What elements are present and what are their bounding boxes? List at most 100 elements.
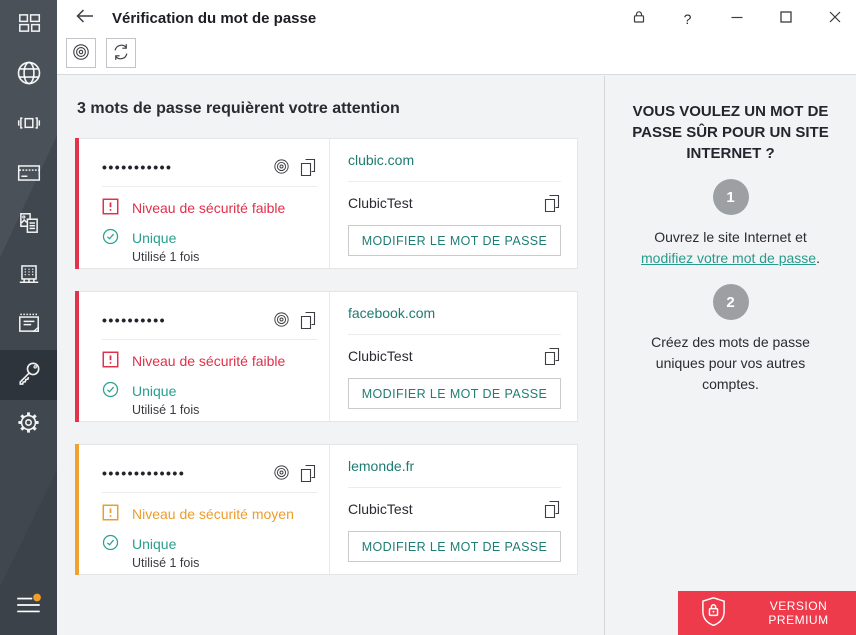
unique-status-row: Unique xyxy=(102,381,317,401)
password-mask: ••••••••••• xyxy=(102,158,173,175)
modify-password-button[interactable]: MODIFIER LE MOT DE PASSE xyxy=(348,531,561,562)
premium-version-label: VERSION PREMIUM xyxy=(768,599,829,627)
applications-icon xyxy=(16,110,42,141)
page-title: Vérification du mot de passe xyxy=(112,10,317,27)
sidebar-item-passwords[interactable] xyxy=(0,350,57,400)
password-mask: •••••••••• xyxy=(102,311,167,328)
sidebar-item-dashboard[interactable] xyxy=(0,0,57,50)
sidebar-item-notes[interactable] xyxy=(0,300,57,350)
sidebar-menu-button[interactable] xyxy=(0,587,57,627)
password-card-left: ••••••••••• Niveau de sécurité faible Un… xyxy=(80,139,329,268)
password-card-right: facebook.com ClubicTest MODIFIER LE MOT … xyxy=(330,292,577,421)
security-level-label: Niveau de sécurité faible xyxy=(132,353,286,369)
site-link[interactable]: clubic.com xyxy=(348,152,414,168)
password-card-left: •••••••••• Niveau de sécurité faible Uni… xyxy=(80,292,329,421)
lock-button[interactable] xyxy=(630,10,647,27)
sidebar xyxy=(0,0,57,635)
step-1-badge: 1 xyxy=(712,179,749,215)
warning-icon xyxy=(102,504,119,524)
sidebar-item-bank-cards[interactable] xyxy=(0,150,57,200)
unique-status-row: Unique xyxy=(102,534,317,554)
login-name: ClubicTest xyxy=(348,500,413,517)
menu-icon xyxy=(14,591,44,624)
security-status-row: Niveau de sécurité faible xyxy=(102,351,317,371)
sidebar-item-documents[interactable] xyxy=(0,200,57,250)
password-card-right: clubic.com ClubicTest MODIFIER LE MOT DE… xyxy=(330,139,577,268)
premium-version-button[interactable]: VERSION PREMIUM xyxy=(678,591,856,635)
unique-label: Unique xyxy=(132,230,177,246)
step-1-text: Ouvrez le site Internet et modifiez votr… xyxy=(629,227,832,269)
unique-label: Unique xyxy=(132,383,177,399)
help-panel: VOUS VOULEZ UN MOT DE PASSE SÛR POUR UN … xyxy=(604,76,856,635)
copy-login-button[interactable] xyxy=(543,193,561,212)
copy-login-button[interactable] xyxy=(543,499,561,518)
sidebar-item-websites[interactable] xyxy=(0,50,57,100)
divider xyxy=(348,181,561,182)
reveal-password-button[interactable] xyxy=(272,463,291,482)
security-status-row: Niveau de sécurité moyen xyxy=(102,504,317,524)
usage-label: Utilisé 1 fois xyxy=(132,556,200,570)
settings-gear-icon xyxy=(15,409,42,441)
copy-password-button[interactable] xyxy=(299,310,317,329)
refresh-icon xyxy=(111,42,131,65)
attention-heading: 3 mots de passe requièrent votre attenti… xyxy=(77,100,400,117)
notes-icon xyxy=(16,310,42,341)
check-circle-icon xyxy=(102,534,119,554)
copy-login-button[interactable] xyxy=(543,346,561,365)
sidebar-item-applications[interactable] xyxy=(0,100,57,150)
sidebar-item-settings[interactable] xyxy=(0,400,57,450)
sidebar-item-addresses[interactable] xyxy=(0,250,57,300)
divider xyxy=(348,487,561,488)
window-controls: ? xyxy=(630,10,856,27)
site-link[interactable]: lemonde.fr xyxy=(348,458,414,474)
step-1-line: Ouvrez le site Internet et xyxy=(654,229,807,245)
modify-password-button[interactable]: MODIFIER LE MOT DE PASSE xyxy=(348,225,561,256)
eye-icon xyxy=(71,42,91,65)
unique-status-row: Unique xyxy=(102,228,317,248)
bank-card-icon xyxy=(16,160,42,191)
divider xyxy=(348,334,561,335)
back-button[interactable] xyxy=(72,6,98,32)
shield-lock-icon xyxy=(678,596,727,630)
globe-icon xyxy=(15,59,43,92)
usage-label: Utilisé 1 fois xyxy=(132,250,200,264)
help-button[interactable]: ? xyxy=(679,10,696,27)
warning-icon xyxy=(102,198,119,218)
security-level-label: Niveau de sécurité faible xyxy=(132,200,286,216)
back-arrow-icon xyxy=(74,7,96,30)
lock-icon xyxy=(631,9,647,28)
security-status-row: Niveau de sécurité faible xyxy=(102,198,317,218)
documents-icon xyxy=(16,210,42,241)
copy-password-button[interactable] xyxy=(299,157,317,176)
help-panel-heading: VOUS VOULEZ UN MOT DE PASSE SÛR POUR UN … xyxy=(632,103,829,162)
password-card-left: ••••••••••••• Niveau de sécurité moyen U… xyxy=(80,445,329,574)
reveal-password-button[interactable] xyxy=(272,310,291,329)
reveal-password-button[interactable] xyxy=(272,157,291,176)
titlebar: Vérification du mot de passe ? xyxy=(57,0,856,37)
close-icon xyxy=(828,10,842,27)
show-passwords-button[interactable] xyxy=(66,38,96,68)
maximize-icon xyxy=(779,10,793,27)
password-card-right: lemonde.fr ClubicTest MODIFIER LE MOT DE… xyxy=(330,445,577,574)
unique-label: Unique xyxy=(132,536,177,552)
step-2-text: Créez des mots de passe uniques pour vos… xyxy=(651,334,810,392)
passwords-key-icon xyxy=(15,359,43,392)
dashboard-icon xyxy=(16,10,42,41)
password-mask: ••••••••••••• xyxy=(102,464,186,481)
addresses-icon xyxy=(16,260,42,291)
check-circle-icon xyxy=(102,381,119,401)
modify-password-link[interactable]: modifiez votre mot de passe xyxy=(641,250,816,266)
minimize-icon xyxy=(730,10,744,27)
security-level-label: Niveau de sécurité moyen xyxy=(132,506,294,522)
check-circle-icon xyxy=(102,228,119,248)
maximize-button[interactable] xyxy=(777,10,794,27)
copy-password-button[interactable] xyxy=(299,463,317,482)
password-card: •••••••••• Niveau de sécurité faible Uni… xyxy=(75,291,578,422)
close-button[interactable] xyxy=(826,10,843,27)
header: Vérification du mot de passe ? xyxy=(57,0,856,75)
modify-password-button[interactable]: MODIFIER LE MOT DE PASSE xyxy=(348,378,561,409)
minimize-button[interactable] xyxy=(728,10,745,27)
site-link[interactable]: facebook.com xyxy=(348,305,435,321)
usage-label: Utilisé 1 fois xyxy=(132,403,200,417)
refresh-button[interactable] xyxy=(106,38,136,68)
